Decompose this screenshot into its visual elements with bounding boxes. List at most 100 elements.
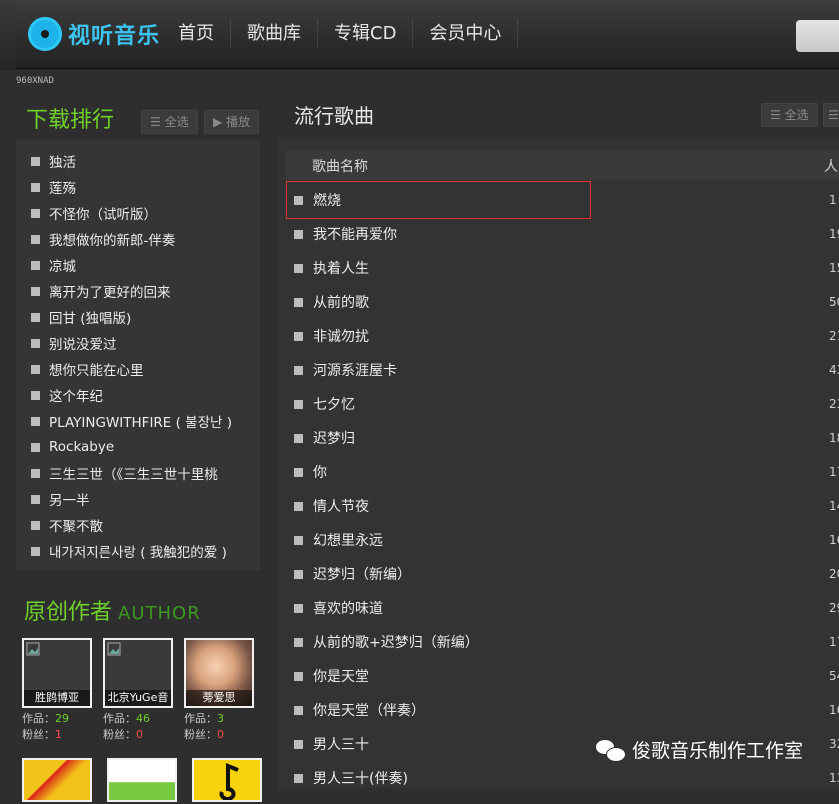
rank-play-button[interactable]: ▶ 播放	[204, 110, 260, 134]
checkbox[interactable]	[294, 297, 303, 307]
checkbox[interactable]	[294, 773, 303, 783]
table-row[interactable]: 你是天堂（伴奏） 16	[286, 693, 839, 727]
checkbox[interactable]	[31, 208, 40, 218]
avatar[interactable]	[22, 758, 92, 802]
checkbox[interactable]	[31, 494, 40, 504]
table-row[interactable]: 从前的歌 50	[286, 285, 839, 319]
checkbox[interactable]	[294, 603, 303, 613]
list-item[interactable]: 独活	[16, 148, 260, 174]
checkbox[interactable]	[31, 182, 40, 192]
checkbox[interactable]	[31, 312, 40, 322]
checkbox[interactable]	[294, 637, 303, 647]
nav-song-library[interactable]: 歌曲库	[231, 20, 318, 48]
checkbox[interactable]	[294, 535, 303, 545]
list-item[interactable]: 三生三世（《三生三世十里桃	[16, 460, 260, 486]
main-list-button[interactable]: ☰	[823, 103, 839, 127]
checkbox[interactable]	[31, 286, 40, 296]
song-name[interactable]: 河源系涯屋卡	[313, 360, 397, 380]
list-item[interactable]: 回甘 (独唱版)	[16, 304, 260, 330]
avatar[interactable]: 蒡爱思	[184, 638, 254, 708]
song-name[interactable]: 我不能再爱你	[313, 224, 397, 244]
checkbox[interactable]	[294, 569, 303, 579]
song-name[interactable]: 喜欢的味道	[313, 598, 383, 618]
song-name[interactable]: 男人三十	[313, 734, 369, 754]
nav-album-cd[interactable]: 专辑CD	[318, 20, 414, 48]
checkbox[interactable]	[31, 338, 40, 348]
list-item[interactable]: 莲殇	[16, 174, 260, 200]
list-item[interactable]: 这个年纪	[16, 382, 260, 408]
list-item[interactable]: 离开为了更好的回来	[16, 278, 260, 304]
table-row[interactable]: 喜欢的味道 29	[286, 591, 839, 625]
song-name[interactable]: 迟梦归（新编）	[313, 564, 411, 584]
checkbox[interactable]	[31, 546, 40, 556]
list-item[interactable]: 另一半	[16, 486, 260, 512]
table-row[interactable]: 幻想里永远 16	[286, 523, 839, 557]
table-row[interactable]: 情人节夜 14	[286, 489, 839, 523]
checkbox[interactable]	[31, 468, 40, 478]
checkbox[interactable]	[294, 467, 303, 477]
list-item[interactable]: PLAYINGWITHFIRE ( 불장난 )	[16, 408, 260, 434]
author-card[interactable]: 蒡爱思 作品：3 粉丝：0	[184, 638, 254, 743]
table-row[interactable]: 你 17	[286, 455, 839, 489]
song-name[interactable]: 你是天堂	[313, 666, 369, 686]
table-row[interactable]: 你是天堂 54	[286, 659, 839, 693]
checkbox[interactable]	[31, 390, 40, 400]
nav-home[interactable]: 首页	[162, 20, 231, 48]
checkbox[interactable]	[31, 416, 40, 426]
list-item[interactable]: Rockabye	[16, 434, 260, 460]
checkbox[interactable]	[294, 365, 303, 375]
song-name[interactable]: 幻想里永远	[313, 530, 383, 550]
list-item[interactable]: 凉城	[16, 252, 260, 278]
checkbox[interactable]	[294, 501, 303, 511]
table-row[interactable]: 河源系涯屋卡 43	[286, 353, 839, 387]
search-input[interactable]	[796, 20, 839, 52]
checkbox[interactable]	[31, 364, 40, 374]
list-item[interactable]: 别说没爱过	[16, 330, 260, 356]
table-row[interactable]: 我不能再爱你 19	[286, 217, 839, 251]
author-card[interactable]: 北京YuGe音 作品：46 粉丝：0	[103, 638, 173, 743]
author-card[interactable]: 胜鹍博亚 作品：29 粉丝：1	[22, 638, 92, 743]
song-name[interactable]: 迟梦归	[313, 428, 355, 448]
song-name[interactable]: 从前的歌+迟梦归（新编）	[313, 632, 479, 652]
avatar[interactable]: 北京YuGe音	[103, 638, 173, 708]
table-row[interactable]: 七夕忆 23	[286, 387, 839, 421]
avatar[interactable]: 胜鹍博亚	[22, 638, 92, 708]
table-row[interactable]: 男人三十(伴奏) 13	[286, 761, 839, 795]
checkbox[interactable]	[294, 671, 303, 681]
checkbox[interactable]	[31, 260, 40, 270]
list-item[interactable]: 不怪你（试听版）	[16, 200, 260, 226]
checkbox[interactable]	[31, 234, 40, 244]
checkbox[interactable]	[294, 739, 303, 749]
site-logo[interactable]: 视听音乐	[28, 14, 160, 54]
song-name[interactable]: 情人节夜	[313, 496, 369, 516]
avatar[interactable]	[107, 758, 177, 802]
list-item[interactable]: 내가저지른사랑 ( 我触犯的爱 )	[16, 538, 260, 564]
nav-member-center[interactable]: 会员中心	[413, 20, 519, 48]
table-row[interactable]: 非诚勿扰 21	[286, 319, 839, 353]
table-row[interactable]: 迟梦归 18	[286, 421, 839, 455]
avatar[interactable]	[192, 758, 262, 802]
song-name[interactable]: 从前的歌	[313, 292, 369, 312]
song-name[interactable]: 你	[313, 462, 327, 482]
list-item[interactable]: 想你只能在心里	[16, 356, 260, 382]
song-name[interactable]: 七夕忆	[313, 394, 355, 414]
checkbox[interactable]	[294, 705, 303, 715]
checkbox[interactable]	[294, 433, 303, 443]
song-name[interactable]: 你是天堂（伴奏）	[313, 700, 425, 720]
song-name[interactable]: 执着人生	[313, 258, 369, 278]
table-row[interactable]: 迟梦归（新编） 20	[286, 557, 839, 591]
checkbox[interactable]	[294, 399, 303, 409]
table-row[interactable]: 执着人生 15	[286, 251, 839, 285]
table-row[interactable]: 从前的歌+迟梦归（新编） 17	[286, 625, 839, 659]
list-item[interactable]: 我想做你的新郎-伴奏	[16, 226, 260, 252]
song-name[interactable]: 非诚勿扰	[313, 326, 369, 346]
checkbox[interactable]	[31, 156, 40, 166]
list-item[interactable]: 不聚不散	[16, 512, 260, 538]
song-name[interactable]: 男人三十(伴奏)	[313, 768, 408, 788]
rank-select-all-button[interactable]: ☰ 全选	[141, 110, 198, 134]
main-select-all-button[interactable]: ☰ 全选	[761, 103, 818, 127]
checkbox[interactable]	[294, 229, 303, 239]
checkbox[interactable]	[31, 520, 40, 530]
checkbox[interactable]	[294, 263, 303, 273]
checkbox[interactable]	[31, 442, 40, 452]
